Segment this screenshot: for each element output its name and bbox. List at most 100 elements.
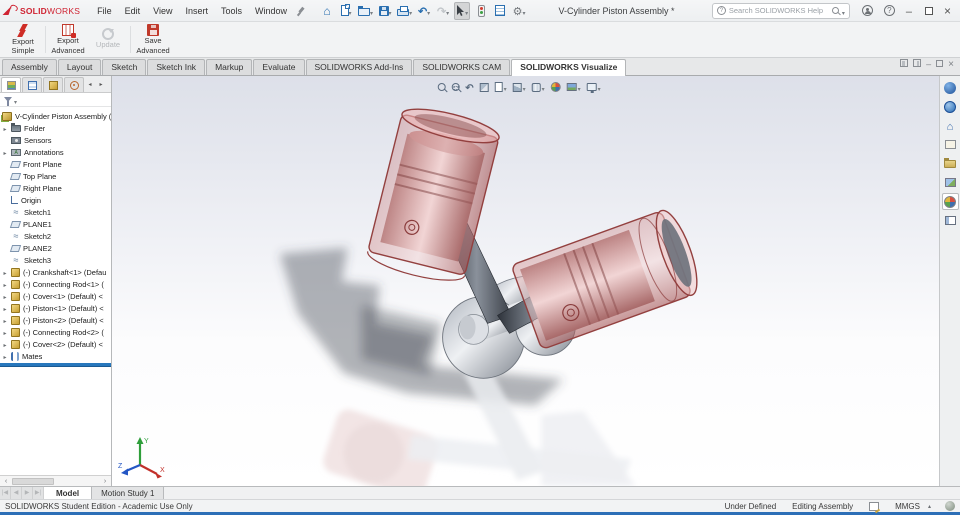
tree-item[interactable]: PLANE2 <box>0 242 111 254</box>
menu-insert[interactable]: Insert <box>180 3 215 19</box>
expand-arrow-icon[interactable] <box>2 340 8 349</box>
tab-model[interactable]: Model <box>44 487 93 499</box>
taskpane-scenes-decals-button[interactable] <box>941 193 959 210</box>
pane-right-icon[interactable] <box>913 59 922 67</box>
save-button[interactable] <box>377 2 393 20</box>
close-button[interactable] <box>939 3 956 19</box>
open-document-button[interactable] <box>357 2 374 20</box>
tree-item[interactable]: (-) Connecting Rod<1> ( <box>0 278 111 290</box>
tab-evaluate[interactable]: Evaluate <box>253 59 305 75</box>
tree-item[interactable]: Origin <box>0 194 111 206</box>
tree-root[interactable]: V-Cylinder Piston Assembly ( <box>0 110 111 122</box>
menu-tools[interactable]: Tools <box>215 3 248 19</box>
tab-dimxpertmanager[interactable] <box>64 77 84 92</box>
piston-assembly-model[interactable] <box>112 76 939 486</box>
scroll-right-icon[interactable] <box>101 478 109 485</box>
pin-menu-icon[interactable] <box>296 6 306 16</box>
tree-item[interactable]: Sketch3 <box>0 254 111 266</box>
apply-scene-button[interactable] <box>566 79 581 95</box>
panel-tab-scroll-right[interactable] <box>96 77 106 92</box>
taskpane-custom-properties-button[interactable] <box>942 212 959 229</box>
tab-solidworks-visualize[interactable]: SOLIDWORKS Visualize <box>511 59 627 76</box>
unit-system[interactable]: MMGS <box>895 502 920 511</box>
expand-arrow-icon[interactable] <box>2 124 8 133</box>
doc-restore-icon[interactable] <box>936 57 946 67</box>
display-style-button[interactable] <box>531 79 545 95</box>
menu-edit[interactable]: Edit <box>119 3 147 19</box>
tab-solidworks-cam[interactable]: SOLIDWORKS CAM <box>413 59 511 75</box>
tab-motion-study-1[interactable]: Motion Study 1 <box>92 487 165 499</box>
redo-button[interactable] <box>435 2 451 20</box>
section-view-button[interactable] <box>479 82 489 92</box>
edit-appearance-button[interactable] <box>550 82 561 92</box>
new-document-button[interactable] <box>338 2 354 20</box>
model-piston-right[interactable] <box>511 206 705 350</box>
tree-item[interactable]: (-) Cover<1> (Default) < <box>0 290 111 302</box>
tree-item[interactable]: PLANE1 <box>0 218 111 230</box>
pane-left-icon[interactable] <box>900 59 909 67</box>
tab-assembly[interactable]: Assembly <box>2 59 57 75</box>
tree-item[interactable]: Front Plane <box>0 158 111 170</box>
tab-solidworks-add-ins[interactable]: SOLIDWORKS Add-Ins <box>305 59 413 75</box>
export-simple-button[interactable]: Export Simple <box>3 23 43 56</box>
taskpane-view-palette-button[interactable] <box>942 136 959 153</box>
unit-system-caret-icon[interactable] <box>928 502 931 510</box>
tab-layout[interactable]: Layout <box>57 59 102 75</box>
tree-horizontal-scrollbar[interactable] <box>0 475 111 486</box>
filter-dropdown-icon[interactable] <box>14 92 17 108</box>
undo-button[interactable] <box>416 2 432 20</box>
select-tool-button[interactable] <box>454 1 471 20</box>
tree-item[interactable]: Sketch2 <box>0 230 111 242</box>
expand-arrow-icon[interactable] <box>2 352 8 361</box>
tab-scroll-first[interactable] <box>0 487 11 499</box>
doc-minimize-icon[interactable] <box>926 55 931 71</box>
menu-file[interactable]: File <box>91 3 118 19</box>
options-button[interactable] <box>511 2 527 20</box>
tree-item[interactable]: Sketch1 <box>0 206 111 218</box>
menu-view[interactable]: View <box>147 3 178 19</box>
expand-arrow-icon[interactable] <box>2 268 8 277</box>
status-options-icon[interactable] <box>945 501 955 511</box>
menu-window[interactable]: Window <box>249 3 293 19</box>
taskpane-forum-button[interactable] <box>942 98 959 115</box>
tab-markup[interactable]: Markup <box>206 59 253 75</box>
tab-sketch-ink[interactable]: Sketch Ink <box>147 59 206 75</box>
annotation-views-button[interactable] <box>494 79 507 95</box>
tab-scroll-prev[interactable] <box>11 487 22 499</box>
taskpane-3dexperience-button[interactable] <box>942 79 959 96</box>
taskpane-resources-button[interactable] <box>942 117 959 134</box>
help-search-box[interactable] <box>711 2 850 19</box>
expand-arrow-icon[interactable] <box>2 316 8 325</box>
print-button[interactable] <box>396 2 413 20</box>
tree-item[interactable]: (-) Piston<2> (Default) < <box>0 314 111 326</box>
taskpane-appearances-button[interactable] <box>942 174 959 191</box>
restore-button[interactable] <box>918 4 938 15</box>
tree-item[interactable]: (-) Piston<1> (Default) < <box>0 302 111 314</box>
rebuild-button[interactable] <box>473 2 489 20</box>
tree-item[interactable]: Right Plane <box>0 182 111 194</box>
tab-propertymanager[interactable] <box>22 77 42 92</box>
tree-item[interactable]: Mates <box>0 350 111 362</box>
expand-arrow-icon[interactable] <box>2 304 8 313</box>
tree-item[interactable]: Top Plane <box>0 170 111 182</box>
expand-arrow-icon[interactable] <box>2 328 8 337</box>
graphics-viewport[interactable]: Y X Z <box>112 76 939 486</box>
tab-design-tree[interactable] <box>1 77 21 92</box>
tab-scroll-next[interactable] <box>22 487 33 499</box>
tab-sketch[interactable]: Sketch <box>102 59 147 75</box>
save-advanced-button[interactable]: Save Advanced <box>133 23 173 56</box>
zoom-to-fit-button[interactable] <box>437 83 446 91</box>
doc-close-icon[interactable] <box>948 55 954 71</box>
expand-arrow-icon[interactable] <box>2 148 8 157</box>
tree-item[interactable]: Folder <box>0 122 111 134</box>
search-input[interactable] <box>728 6 829 15</box>
tree-item[interactable]: Sensors <box>0 134 111 146</box>
rollback-bar[interactable] <box>0 363 111 366</box>
expand-arrow-icon[interactable] <box>2 280 8 289</box>
view-orientation-button[interactable] <box>512 79 526 95</box>
taskpane-file-explorer-button[interactable] <box>942 155 959 172</box>
tab-configurationmanager[interactable] <box>43 77 63 92</box>
account-button[interactable] <box>857 5 878 16</box>
expand-arrow-icon[interactable] <box>2 292 8 301</box>
scroll-left-icon[interactable] <box>2 478 10 485</box>
